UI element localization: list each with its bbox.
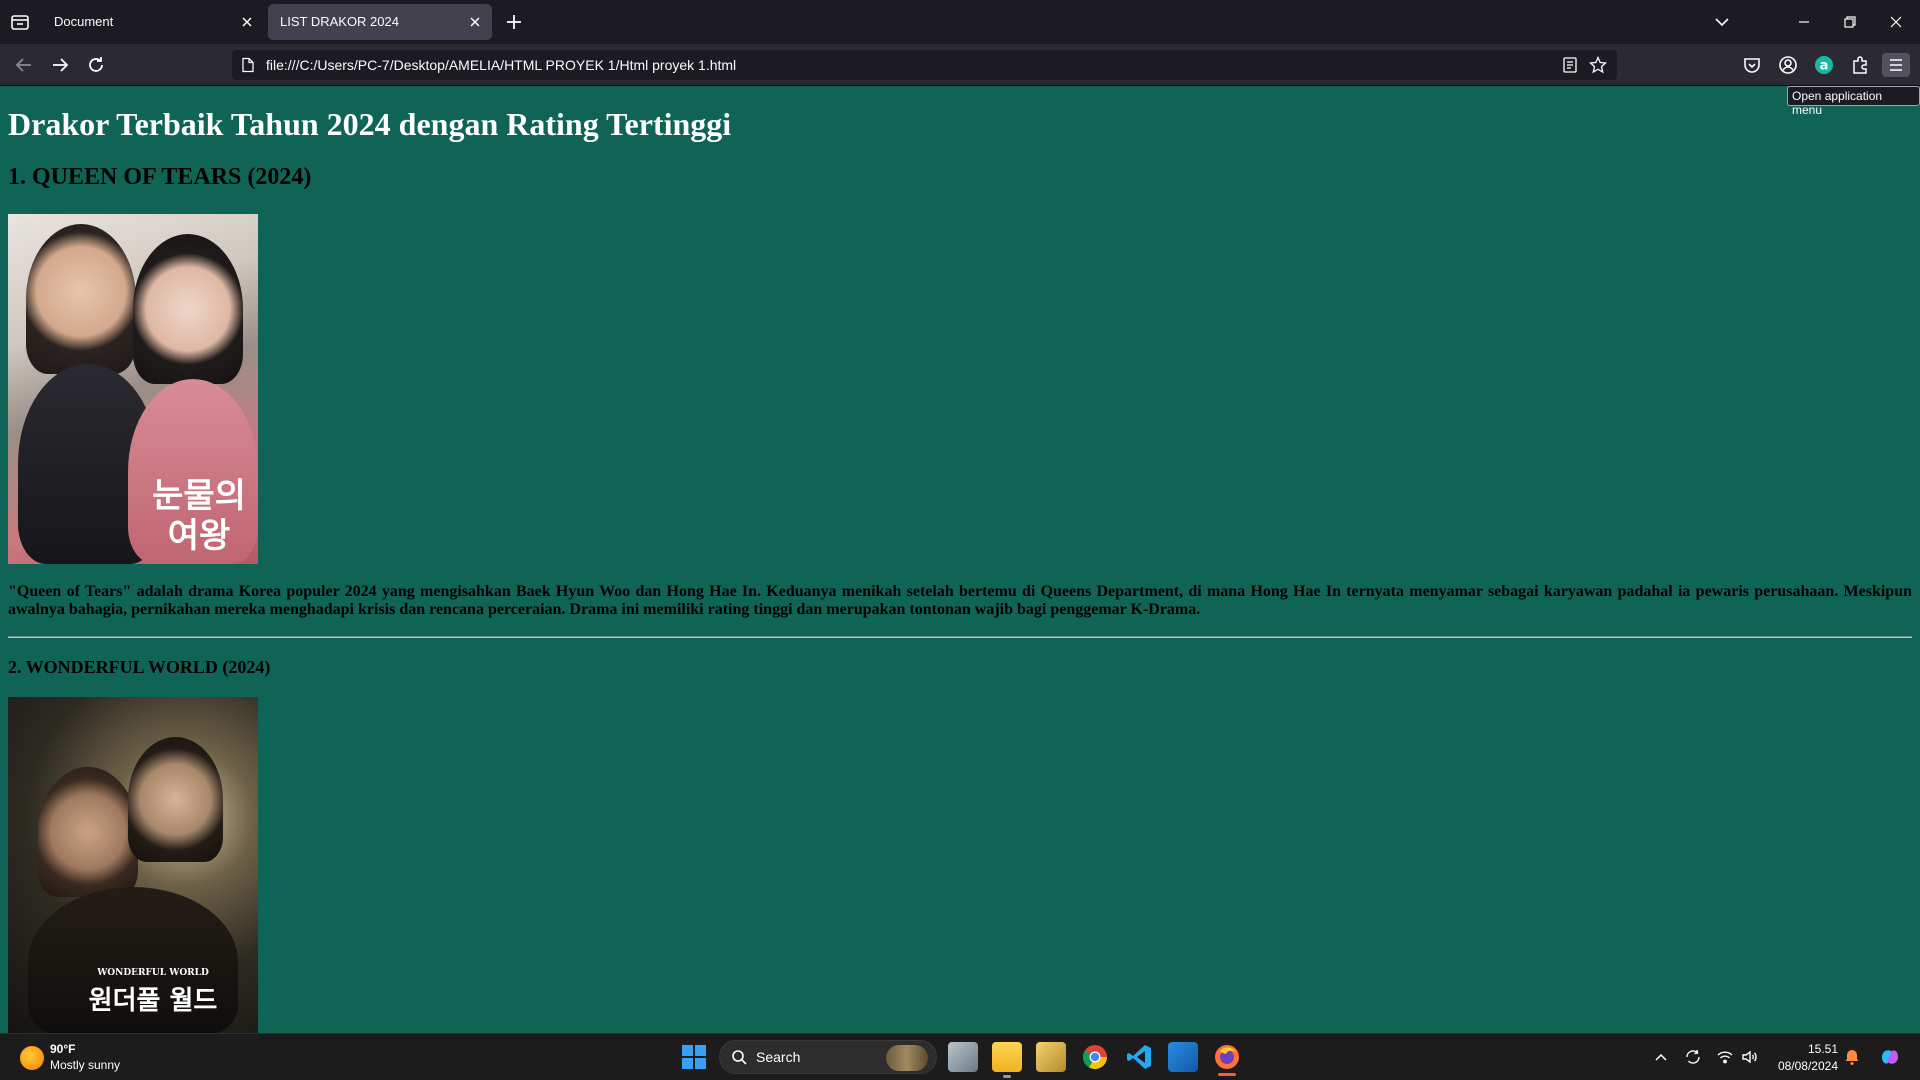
horizontal-rule — [8, 636, 1912, 638]
paint-app-icon[interactable] — [1168, 1042, 1198, 1072]
weather-description[interactable]: Mostly sunny — [50, 1058, 120, 1072]
reload-icon[interactable] — [84, 53, 108, 77]
drama-heading-2: 2. WONDERFUL WORLD (2024) — [8, 657, 271, 677]
bookmark-star-icon[interactable] — [1589, 56, 1607, 74]
url-text[interactable]: file:///C:/Users/PC-7/Desktop/AMELIA/HTM… — [266, 57, 736, 73]
drama-heading-1: 1. QUEEN OF TEARS (2024) — [8, 164, 312, 190]
forward-icon[interactable] — [48, 53, 72, 77]
store-app-icon[interactable] — [1036, 1042, 1066, 1072]
close-icon[interactable] — [238, 13, 256, 31]
extensions-puzzle-icon[interactable] — [1848, 53, 1872, 77]
vscode-icon[interactable] — [1124, 1042, 1154, 1072]
application-menu-icon[interactable] — [1882, 53, 1910, 77]
chevron-up-icon[interactable] — [1652, 1048, 1670, 1066]
firefox-icon[interactable] — [1212, 1042, 1242, 1072]
task-view-icon[interactable] — [948, 1042, 978, 1072]
poster-title: 눈물의 여왕 — [152, 476, 246, 556]
tab-document[interactable]: Document — [42, 4, 264, 40]
new-tab-icon[interactable] — [502, 12, 526, 32]
poster-figure — [38, 767, 138, 897]
volume-icon[interactable] — [1740, 1048, 1758, 1066]
close-window-icon[interactable] — [1886, 12, 1906, 32]
chrome-icon[interactable] — [1080, 1042, 1110, 1072]
menu-tooltip: Open application menu — [1787, 86, 1920, 117]
address-bar[interactable]: file:///C:/Users/PC-7/Desktop/AMELIA/HTM… — [232, 50, 1617, 80]
tab-list-icon[interactable] — [8, 10, 32, 34]
page-content: Drakor Terbaik Tahun 2024 dengan Rating … — [0, 86, 1920, 1033]
poster-figure — [133, 234, 243, 384]
search-label: Search — [756, 1049, 801, 1065]
poster-figure — [128, 737, 223, 862]
navigation-toolbar: file:///C:/Users/PC-7/Desktop/AMELIA/HTM… — [0, 44, 1920, 86]
back-icon[interactable] — [12, 53, 36, 77]
page-title: Drakor Terbaik Tahun 2024 dengan Rating … — [8, 106, 732, 142]
poster-subtitle: WONDERFUL WORLD — [97, 968, 209, 978]
pocket-icon[interactable] — [1740, 53, 1764, 77]
tab-title: Document — [54, 14, 114, 29]
svg-text:a: a — [1820, 59, 1829, 74]
reader-view-icon[interactable] — [1561, 56, 1579, 74]
sync-icon[interactable] — [1684, 1048, 1702, 1066]
drama-description-1: "Queen of Tears" adalah drama Korea popu… — [8, 583, 1912, 618]
tab-strip: Document LIST DRAKOR 2024 — [0, 0, 1920, 44]
windows-start-icon[interactable] — [682, 1045, 706, 1069]
poster-title: 원더풀 월드 — [88, 986, 218, 1016]
copilot-icon[interactable] — [1878, 1045, 1902, 1069]
weather-sun-icon[interactable] — [20, 1046, 44, 1070]
tab-list-drakor[interactable]: LIST DRAKOR 2024 — [268, 4, 492, 40]
wonderful-world-poster: WONDERFUL WORLD 원더풀 월드 — [8, 697, 258, 1033]
notification-bell-icon[interactable] — [1843, 1048, 1861, 1066]
clock-date[interactable]: 08/08/2024 — [1778, 1059, 1838, 1073]
taskbar-search[interactable]: Search — [719, 1040, 937, 1074]
extension-a-icon[interactable]: a — [1812, 53, 1836, 77]
page-icon — [242, 57, 254, 73]
taskbar: 90°F Mostly sunny Search 15.51 08/08/202… — [0, 1033, 1920, 1080]
minimize-icon[interactable] — [1794, 12, 1814, 32]
search-highlight-image — [886, 1045, 928, 1071]
restore-icon[interactable] — [1840, 12, 1860, 32]
file-explorer-icon[interactable] — [992, 1042, 1022, 1078]
search-icon — [732, 1050, 747, 1065]
close-icon[interactable] — [466, 13, 484, 31]
account-icon[interactable] — [1776, 53, 1800, 77]
tab-title: LIST DRAKOR 2024 — [280, 14, 399, 29]
queen-of-tears-poster: 눈물의 여왕 — [8, 214, 258, 564]
chevron-down-icon[interactable] — [1712, 12, 1732, 32]
poster-figure — [26, 224, 136, 374]
wifi-icon[interactable] — [1716, 1048, 1734, 1066]
weather-temperature[interactable]: 90°F — [50, 1042, 75, 1056]
active-app-indicator — [1218, 1073, 1236, 1076]
clock-time[interactable]: 15.51 — [1808, 1042, 1838, 1056]
